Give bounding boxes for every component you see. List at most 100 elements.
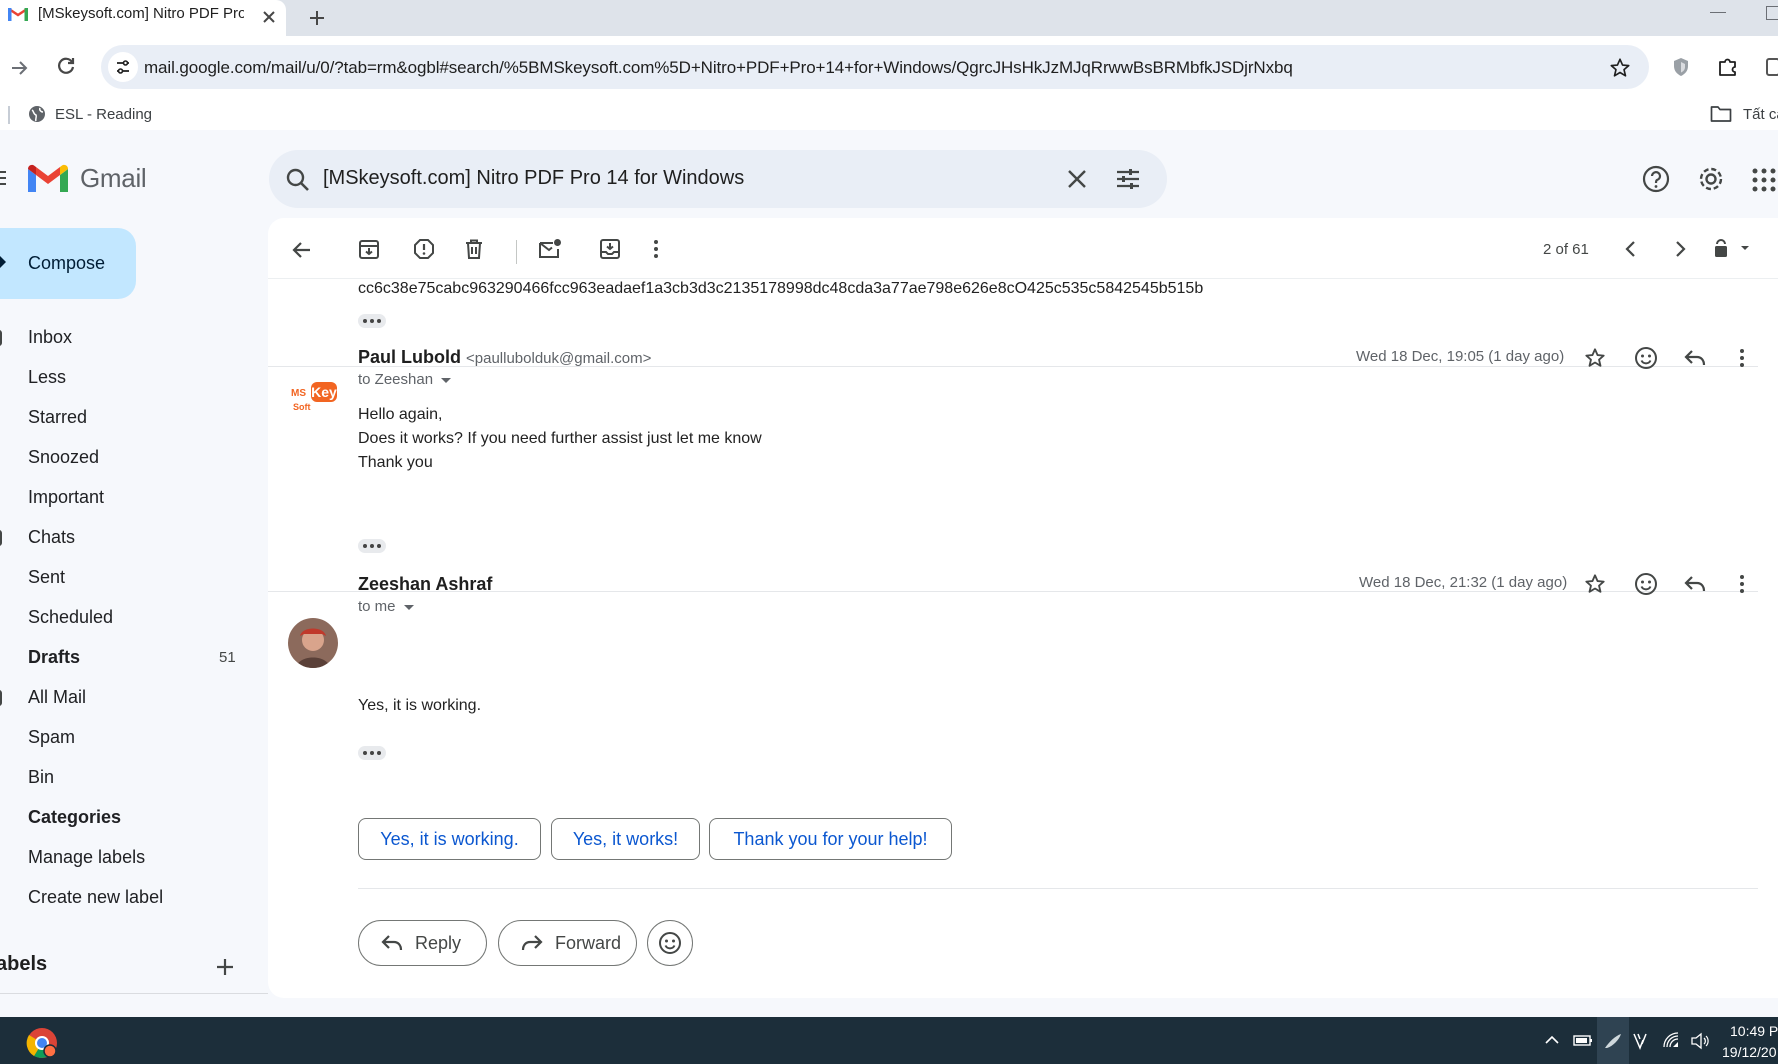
browser-tab-strip: [MSkeysoft.com] Nitro PDF Pro 14 for Win… (0, 0, 1778, 36)
inbox-icon (0, 330, 2, 346)
add-reaction-emoji-icon[interactable] (1634, 346, 1658, 370)
search-options-icon[interactable] (1115, 166, 1141, 192)
window-minimize-button[interactable] (1710, 12, 1726, 13)
svg-text:MS: MS (291, 388, 306, 399)
extension-shield-icon[interactable] (1672, 57, 1690, 77)
nav-label: Scheduled (28, 607, 114, 627)
message-sender[interactable]: Zeeshan Ashraf (358, 574, 492, 595)
compose-button[interactable]: Compose (0, 228, 136, 299)
google-apps-grid-icon[interactable] (1752, 168, 1776, 192)
search-icon[interactable] (285, 167, 311, 193)
extensions-puzzle-icon[interactable] (1717, 55, 1739, 77)
volume-icon[interactable] (1690, 1032, 1710, 1050)
taskbar-clock-date[interactable]: 19/12/20 (1722, 1044, 1777, 1060)
recipient-details-toggle[interactable]: to Zeeshan (358, 371, 452, 388)
new-tab-icon[interactable] (302, 3, 332, 33)
battery-icon[interactable] (1573, 1032, 1593, 1048)
message-body-line: Does it works? If you need further assis… (358, 430, 762, 447)
browser-tab[interactable]: [MSkeysoft.com] Nitro PDF Pro 14 for Win… (0, 0, 286, 36)
show-trimmed-content-button[interactable] (358, 314, 386, 328)
back-arrow-icon[interactable] (290, 238, 314, 262)
nav-item-bin[interactable]: Bin (0, 760, 250, 796)
star-icon[interactable] (1584, 573, 1606, 595)
forward-button[interactable]: Forward (498, 920, 637, 966)
compose-label: Compose (28, 253, 106, 273)
add-label-plus-icon[interactable] (215, 957, 235, 977)
tray-overflow-chevron-icon[interactable] (1544, 1032, 1560, 1048)
recipient-details-toggle[interactable]: to me (358, 598, 414, 615)
sender-name: Paul Lubold (358, 347, 461, 367)
nav-item-important[interactable]: Important (0, 480, 250, 516)
smart-reply-chip[interactable]: Yes, it works! (551, 818, 700, 860)
address-bar[interactable]: mail.google.com/mail/u/0/?tab=rm&ogbl#se… (101, 45, 1649, 89)
input-tools-icon[interactable] (1713, 238, 1753, 260)
nav-item-inbox[interactable]: Inbox (0, 320, 250, 356)
star-icon[interactable] (1584, 347, 1606, 369)
pencil-icon (0, 254, 10, 270)
svg-text:Soft: Soft (293, 402, 311, 412)
wifi-icon[interactable] (1662, 1032, 1682, 1050)
tab-close-icon[interactable] (256, 4, 282, 30)
show-trimmed-content-button[interactable] (358, 539, 386, 553)
bookmark-esl-reading[interactable]: ESL - Reading (55, 106, 152, 123)
reply-arrow-icon[interactable] (1684, 574, 1706, 594)
reply-button[interactable]: Reply (358, 920, 487, 966)
all-bookmarks-label[interactable]: Tất cả (1743, 106, 1778, 123)
nav-label: Starred (28, 407, 88, 427)
older-chevron-icon[interactable] (1669, 238, 1691, 260)
side-panel-icon[interactable] (1766, 58, 1778, 76)
site-info-icon[interactable] (108, 52, 138, 82)
reload-icon[interactable] (54, 54, 78, 78)
message-more-icon[interactable] (1738, 573, 1746, 595)
globe-icon (28, 105, 46, 123)
bookmark-star-icon[interactable] (1609, 57, 1631, 79)
mail-search-bar[interactable]: [MSkeysoft.com] Nitro PDF Pro 14 for Win… (269, 150, 1167, 208)
sender-avatar-zeeshan (288, 618, 338, 668)
show-trimmed-content-button[interactable] (358, 746, 386, 760)
smart-reply-chip[interactable]: Thank you for your help! (709, 818, 952, 860)
gmail-logo-icon[interactable] (28, 164, 68, 194)
settings-gear-icon[interactable] (1697, 165, 1725, 193)
nav-item-sent[interactable]: Sent (0, 560, 250, 596)
sender-avatar-mskey: Key MS Soft (289, 366, 337, 414)
delete-trash-icon[interactable] (463, 238, 485, 260)
reply-label: Reply (415, 933, 462, 953)
nav-item-snoozed[interactable]: Snoozed (0, 440, 250, 476)
mark-unread-icon[interactable] (538, 238, 562, 260)
emoji-reaction-button[interactable] (647, 920, 693, 966)
forward-arrow-icon[interactable] (8, 56, 32, 80)
nav-item-chats[interactable]: Chats (0, 520, 250, 556)
message-more-icon[interactable] (1738, 347, 1746, 369)
search-input[interactable]: [MSkeysoft.com] Nitro PDF Pro 14 for Win… (323, 167, 744, 190)
chrome-app-icon[interactable] (26, 1027, 58, 1059)
browser-toolbar: mail.google.com/mail/u/0/?tab=rm&ogbl#se… (0, 36, 1778, 98)
nav-label: Snoozed (28, 447, 100, 467)
newer-chevron-icon[interactable] (1620, 238, 1642, 260)
message-sender[interactable]: Paul Lubold <paullubolduk@gmail.com> (358, 347, 651, 368)
nav-item-create-new-label[interactable]: Create new label (0, 880, 250, 916)
vpn-v-icon[interactable] (1632, 1032, 1652, 1050)
nav-item-manage-labels[interactable]: Manage labels (0, 840, 250, 876)
nav-item-spam[interactable]: Spam (0, 720, 250, 756)
move-to-icon[interactable] (599, 238, 621, 260)
main-menu-icon[interactable] (0, 168, 8, 188)
nav-item-drafts[interactable]: Drafts 51 (0, 640, 250, 676)
nav-item-starred[interactable]: Starred (0, 400, 250, 436)
message-date: Wed 18 Dec, 21:32 (1 day ago) (1359, 574, 1568, 591)
more-options-icon[interactable] (652, 238, 660, 260)
smart-reply-chip[interactable]: Yes, it is working. (358, 818, 541, 860)
archive-icon[interactable] (358, 238, 380, 260)
reply-arrow-icon[interactable] (1684, 348, 1706, 368)
report-spam-icon[interactable] (413, 238, 435, 260)
window-maximize-button[interactable] (1766, 6, 1778, 20)
taskbar-clock-time[interactable]: 10:49 P (1730, 1023, 1778, 1039)
nav-item-less[interactable]: Less (0, 360, 250, 396)
add-reaction-emoji-icon[interactable] (1634, 572, 1658, 596)
nav-item-categories[interactable]: Categories (0, 800, 250, 836)
nav-item-scheduled[interactable]: Scheduled (0, 600, 250, 636)
nav-label: Spam (28, 727, 76, 747)
help-icon[interactable] (1642, 165, 1670, 193)
nav-item-all-mail[interactable]: All Mail (0, 680, 250, 716)
pen-feather-icon[interactable] (1603, 1032, 1623, 1050)
clear-search-icon[interactable] (1065, 167, 1089, 191)
